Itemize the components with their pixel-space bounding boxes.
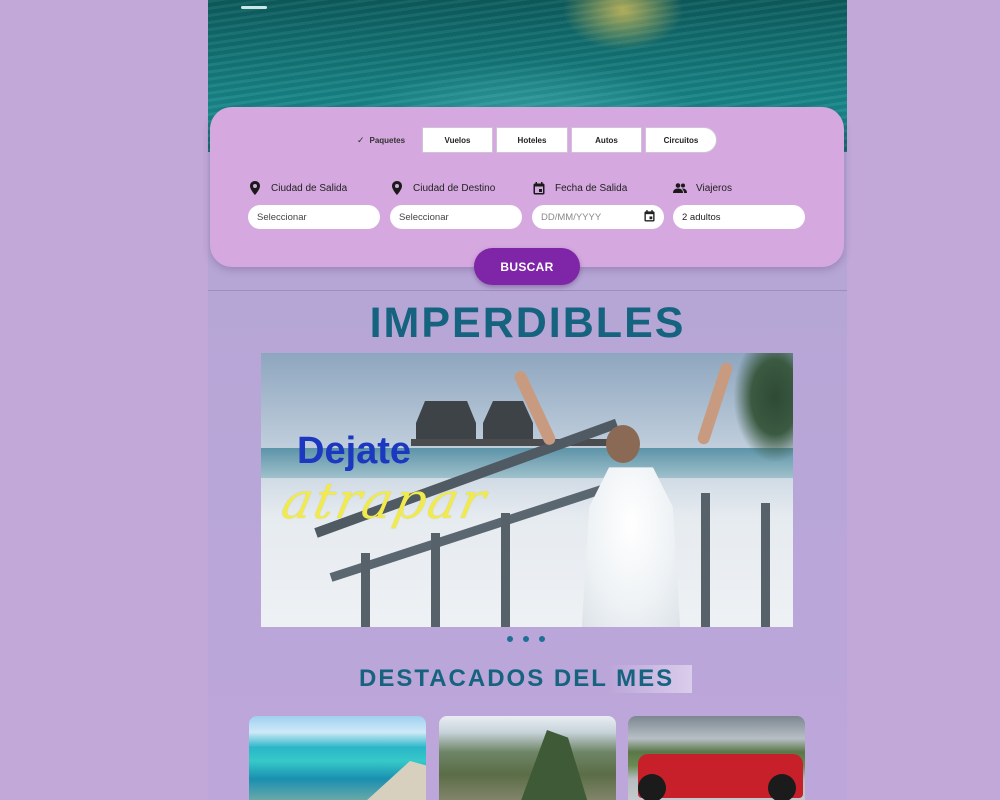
origin-label: Ciudad de Salida (248, 181, 347, 195)
destination-card-island[interactable] (249, 716, 426, 800)
origin-select[interactable]: Seleccionar (248, 205, 380, 229)
banner-headline: Dejate (297, 430, 412, 472)
tab-autos[interactable]: Autos (571, 127, 642, 153)
pier (411, 439, 621, 446)
tab-label: Circuitos (663, 135, 699, 145)
travelers-label-text: Viajeros (696, 182, 732, 194)
destination-card-formula-one[interactable] (628, 716, 805, 800)
calendar-icon (532, 181, 546, 195)
tab-hoteles[interactable]: Hoteles (496, 127, 568, 153)
race-car-wheel (768, 774, 796, 800)
origin-label-text: Ciudad de Salida (271, 182, 348, 194)
woman-arm (696, 361, 734, 446)
location-pin-icon (248, 181, 262, 195)
section-divider (208, 290, 847, 291)
travelers-select[interactable]: 2 adultos (673, 205, 805, 229)
woman-figure (581, 467, 681, 627)
overwater-hut (416, 401, 476, 441)
carousel-dots (507, 636, 545, 642)
destination-select[interactable]: Seleccionar (390, 205, 522, 229)
destination-label-text: Ciudad de Destino (413, 182, 496, 194)
boat-shape (241, 6, 267, 9)
banner-script-text: atrapar (276, 472, 493, 530)
travelers-label: Viajeros (673, 181, 732, 195)
mountain-peak (519, 730, 589, 800)
woman-head (606, 425, 640, 463)
imperdibles-title: IMPERDIBLES (369, 299, 686, 347)
railing-post (701, 493, 710, 627)
railing-post (761, 503, 770, 627)
check-icon: ✓ (356, 134, 365, 145)
railing-post (361, 553, 370, 627)
tab-paquetes[interactable]: ✓ Paquetes (343, 127, 419, 153)
tab-label: Hoteles (517, 135, 547, 145)
date-label-text: Fecha de Salida (555, 182, 628, 194)
palm-trees (733, 353, 793, 463)
tab-vuelos[interactable]: Vuelos (422, 127, 493, 153)
carousel-dot[interactable] (507, 636, 513, 642)
carousel-dot[interactable] (539, 636, 545, 642)
people-icon (673, 181, 687, 195)
location-pin-icon (390, 181, 404, 195)
tab-label: Paquetes (369, 135, 406, 145)
destination-card-machu-picchu[interactable] (439, 716, 616, 800)
carousel-dot[interactable] (523, 636, 529, 642)
overwater-hut (483, 401, 533, 441)
date-label: Fecha de Salida (532, 181, 627, 195)
tab-label: Vuelos (444, 135, 471, 145)
railing-post (501, 513, 510, 627)
search-button[interactable]: BUSCAR (474, 248, 580, 285)
island-land (344, 761, 426, 800)
search-card: ✓ Paquetes Vuelos Hoteles Autos Circuito… (210, 107, 844, 267)
destacados-title: DESTACADOS DEL MES (359, 665, 693, 693)
date-input[interactable]: DD/MM/YYYY (532, 205, 664, 229)
date-placeholder: DD/MM/YYYY (541, 211, 602, 223)
destination-label: Ciudad de Destino (390, 181, 495, 195)
calendar-icon[interactable] (644, 209, 655, 225)
railing-post (431, 533, 440, 627)
race-car-wheel (638, 774, 666, 800)
tab-circuitos[interactable]: Circuitos (645, 127, 717, 153)
tab-label: Autos (595, 135, 618, 145)
product-tabs: ✓ Paquetes Vuelos Hoteles Autos Circuito… (343, 127, 717, 153)
